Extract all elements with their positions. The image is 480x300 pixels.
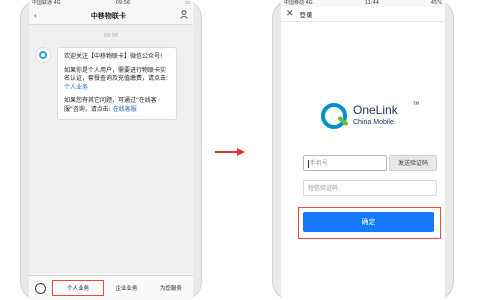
right-phone: 中国移动 4G 11:44 45% ✕ 登录 OneLink TM China … [272,0,454,300]
left-phone: 中国联通 4G 09:56 ▭ ‹ 中移物联卡 09:56 欢迎关注【中移物联卡… [20,0,202,300]
menu-personal-business[interactable]: 个人业务 [51,280,105,296]
flow-arrow [215,148,247,156]
code-placeholder: 短信验证码 [308,185,339,192]
china-mobile-avatar[interactable] [35,47,51,63]
confirm-highlight-box: 确定 [298,207,441,239]
login-header: ✕ 登录 [281,7,445,22]
close-icon[interactable]: ✕ [286,9,294,19]
status-time: 09:56 [115,0,131,6]
logo-subtitle: China Mobile [353,119,394,126]
chat-header: ‹ 中移物联卡 [29,7,193,25]
back-icon[interactable]: ‹ [34,12,37,20]
menu-enterprise-business[interactable]: 企业业务 [104,284,148,292]
profile-icon[interactable] [180,10,188,21]
message-row: 欢迎关注【中移物联卡】微信公众号! 如果你是个人用户，需要进行物联卡实名认证，套… [35,47,187,120]
chat-title: 中移物联卡 [90,11,126,20]
onelink-logo: OneLink TM China Mobile [321,101,421,137]
online-service-text: 如果您有其它问题，可通过"在线客服"咨询，请点击: [64,97,157,113]
carrier-label-right: 中国移动 [284,0,305,6]
personal-service-link[interactable]: 个人业务 [64,84,88,91]
message-timestamp: 09:56 [103,33,119,39]
personal-service-text: 如果你是个人用户，需要进行物联卡实名认证，套餐查询及充值缴费，请点击: [64,66,169,83]
official-account-menu: 个人业务 企业业务 为您服务 [29,275,193,300]
battery-icon: ▭ [185,0,190,6]
wechat-chat-screen: 中国联通 4G 09:56 ▭ ‹ 中移物联卡 09:56 欢迎关注【中移物联卡… [29,0,193,300]
welcome-text: 欢迎关注【中移物联卡】微信公众号! [64,53,163,60]
login-title: 登录 [299,11,313,19]
status-time-right: 11:44 [364,0,379,6]
text-cursor [308,159,309,168]
phone-number-input[interactable]: 手机号 [303,155,387,171]
network-label: 4G [53,0,61,6]
arrow-shaft [215,151,239,153]
personal-service-paragraph: 如果你是个人用户，需要进行物联卡实名认证，套餐查询及充值缴费，请点击: 个人业务 [64,67,170,93]
arrow-head [237,148,245,156]
sms-code-input[interactable]: 短信验证码 [303,180,437,196]
logo-trademark: TM [413,101,419,106]
battery-percent: 45% [430,0,442,6]
online-service-paragraph: 如果您有其它问题，可通过"在线客服"咨询，请点击: 在线客服 [64,97,170,114]
welcome-message-bubble: 欢迎关注【中移物联卡】微信公众号! 如果你是个人用户，需要进行物联卡实名认证，套… [57,47,177,120]
status-bar: 中国联通 4G 09:56 ▭ [29,0,193,7]
onelink-logo-icon [321,103,347,129]
network-label-right: 4G [305,0,313,6]
logo-name: OneLink [353,103,398,117]
keyboard-icon[interactable] [35,282,46,294]
status-bar-right: 中国移动 4G 11:44 45% [281,0,445,7]
login-screen: 中国移动 4G 11:44 45% ✕ 登录 OneLink TM China … [281,0,445,300]
send-code-button[interactable]: 发送验证码 [389,155,437,171]
online-service-link[interactable]: 在线客服 [113,106,137,113]
carrier-label: 中国联通 [32,0,53,6]
menu-service-for-you[interactable]: 为您服务 [149,284,193,292]
confirm-button[interactable]: 确定 [303,212,434,232]
phone-placeholder: 手机号 [309,160,328,167]
